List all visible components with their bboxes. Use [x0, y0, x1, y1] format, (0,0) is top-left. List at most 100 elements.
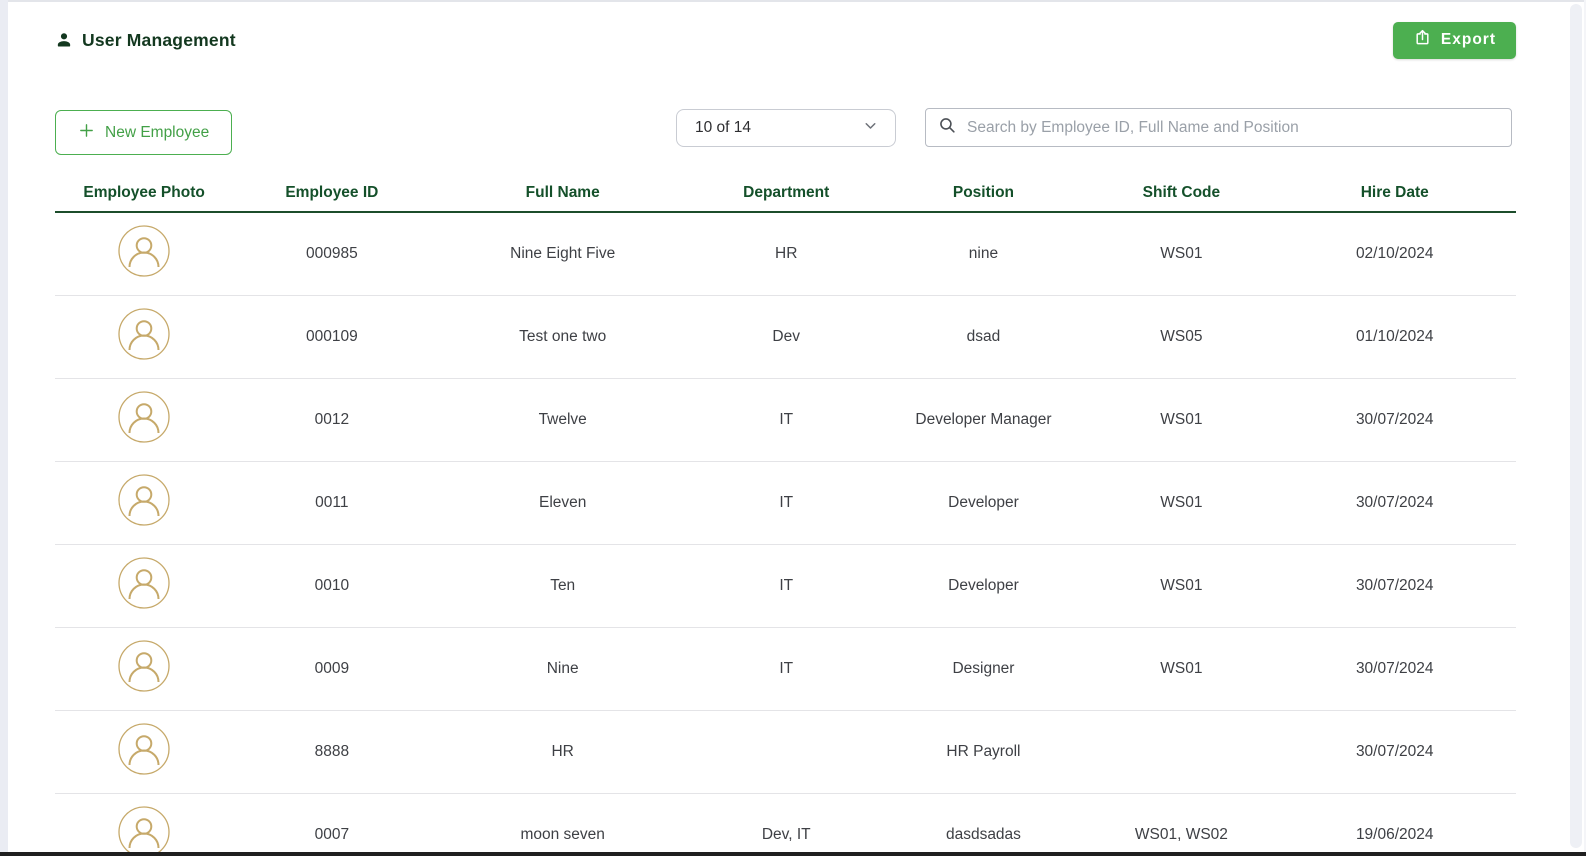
employee-photo-cell — [55, 461, 234, 545]
full-name-cell: Ten — [430, 544, 695, 628]
full-name-cell: Twelve — [430, 378, 695, 462]
vertical-scrollbar[interactable] — [1570, 4, 1582, 848]
position-cell: Developer Manager — [877, 378, 1090, 462]
full-name-cell: moon seven — [430, 793, 695, 852]
table-row[interactable]: 0009 Nine IT Designer WS01 30/07/2024 — [55, 627, 1516, 711]
position-cell: dsad — [877, 295, 1090, 379]
employee-id-cell: 0010 — [233, 544, 431, 628]
position-cell: Developer — [877, 544, 1090, 628]
person-avatar-icon — [118, 474, 170, 526]
shift-code-cell: WS01, WS02 — [1089, 793, 1274, 852]
table-row[interactable]: 000985 Nine Eight Five HR nine WS01 02/1… — [55, 212, 1516, 296]
share-upload-icon — [1413, 28, 1432, 52]
department-cell: IT — [694, 627, 878, 711]
employee-table: Employee Photo Employee ID Full Name Dep… — [55, 175, 1516, 852]
page-size-select[interactable]: 10 of 14 — [676, 109, 896, 147]
column-header-full-name: Full Name — [430, 175, 695, 213]
table-row[interactable]: 0007 moon seven Dev, IT dasdsadas WS01, … — [55, 793, 1516, 852]
department-cell: Dev — [694, 295, 878, 379]
position-cell: Developer — [877, 461, 1090, 545]
employee-photo-cell — [55, 212, 234, 296]
shift-code-cell: WS05 — [1089, 295, 1274, 379]
table-row[interactable]: 0011 Eleven IT Developer WS01 30/07/2024 — [55, 461, 1516, 545]
employee-id-cell: 0011 — [233, 461, 431, 545]
export-button-label: Export — [1440, 31, 1496, 48]
column-header-employee-photo: Employee Photo — [55, 175, 234, 213]
shift-code-cell: WS01 — [1089, 378, 1274, 462]
employee-table-container: Employee Photo Employee ID Full Name Dep… — [55, 175, 1516, 852]
position-cell: Designer — [877, 627, 1090, 711]
title-group: User Management — [55, 30, 236, 51]
new-employee-button-label: New Employee — [105, 123, 210, 141]
department-cell: Dev, IT — [694, 793, 878, 852]
department-cell — [694, 710, 878, 794]
employee-photo-cell — [55, 378, 234, 462]
full-name-cell: Test one two — [430, 295, 695, 379]
column-header-department: Department — [694, 175, 878, 213]
employee-photo-cell — [55, 627, 234, 711]
hire-date-cell: 30/07/2024 — [1273, 710, 1516, 794]
shift-code-cell — [1089, 710, 1274, 794]
hire-date-cell: 02/10/2024 — [1273, 212, 1516, 296]
chevron-down-icon — [862, 117, 879, 139]
export-button[interactable]: Export — [1392, 21, 1516, 59]
person-avatar-icon — [118, 723, 170, 775]
table-row[interactable]: 0012 Twelve IT Developer Manager WS01 30… — [55, 378, 1516, 462]
magnifier-icon — [938, 116, 957, 140]
column-header-position: Position — [877, 175, 1090, 213]
department-cell: IT — [694, 461, 878, 545]
shift-code-cell: WS01 — [1089, 544, 1274, 628]
person-avatar-icon — [118, 640, 170, 692]
department-cell: IT — [694, 544, 878, 628]
person-avatar-icon — [118, 225, 170, 277]
employee-photo-cell — [55, 710, 234, 794]
toolbar: New Employee 10 of 14 — [55, 108, 1516, 155]
shift-code-cell: WS01 — [1089, 461, 1274, 545]
plus-icon — [78, 122, 95, 144]
full-name-cell: Eleven — [430, 461, 695, 545]
department-cell: HR — [694, 212, 878, 296]
table-row[interactable]: 8888 HR HR Payroll 30/07/2024 — [55, 710, 1516, 794]
employee-id-cell: 0012 — [233, 378, 431, 462]
hire-date-cell: 30/07/2024 — [1273, 544, 1516, 628]
hire-date-cell: 01/10/2024 — [1273, 295, 1516, 379]
window-bottom-edge — [0, 852, 1586, 856]
employee-id-cell: 000985 — [233, 212, 431, 296]
search-input[interactable] — [967, 118, 1499, 137]
position-cell: nine — [877, 212, 1090, 296]
column-header-employee-id: Employee ID — [233, 175, 431, 213]
shift-code-cell: WS01 — [1089, 212, 1274, 296]
person-avatar-icon — [118, 557, 170, 609]
table-row[interactable]: 0010 Ten IT Developer WS01 30/07/2024 — [55, 544, 1516, 628]
position-cell: dasdsadas — [877, 793, 1090, 852]
full-name-cell: Nine Eight Five — [430, 212, 695, 296]
position-cell: HR Payroll — [877, 710, 1090, 794]
employee-photo-cell — [55, 793, 234, 852]
search-box — [925, 108, 1512, 147]
person-avatar-icon — [118, 806, 170, 852]
full-name-cell: Nine — [430, 627, 695, 711]
new-employee-button[interactable]: New Employee — [55, 110, 233, 155]
window-left-edge — [0, 0, 8, 852]
employee-id-cell: 0009 — [233, 627, 431, 711]
employee-id-cell: 8888 — [233, 710, 431, 794]
person-avatar-icon — [118, 308, 170, 360]
hire-date-cell: 30/07/2024 — [1273, 378, 1516, 462]
employee-id-cell: 000109 — [233, 295, 431, 379]
page-title: User Management — [82, 29, 236, 50]
window-top-edge — [0, 0, 1586, 2]
column-header-hire-date: Hire Date — [1273, 175, 1516, 213]
table-row[interactable]: 000109 Test one two Dev dsad WS05 01/10/… — [55, 295, 1516, 379]
person-icon — [55, 31, 73, 49]
shift-code-cell: WS01 — [1089, 627, 1274, 711]
page-size-value: 10 of 14 — [695, 119, 752, 136]
employee-photo-cell — [55, 295, 234, 379]
department-cell: IT — [694, 378, 878, 462]
hire-date-cell: 30/07/2024 — [1273, 627, 1516, 711]
hire-date-cell: 30/07/2024 — [1273, 461, 1516, 545]
column-header-shift-code: Shift Code — [1089, 175, 1274, 213]
employee-photo-cell — [55, 544, 234, 628]
table-header-row: Employee Photo Employee ID Full Name Dep… — [55, 175, 1516, 213]
person-avatar-icon — [118, 391, 170, 443]
full-name-cell: HR — [430, 710, 695, 794]
